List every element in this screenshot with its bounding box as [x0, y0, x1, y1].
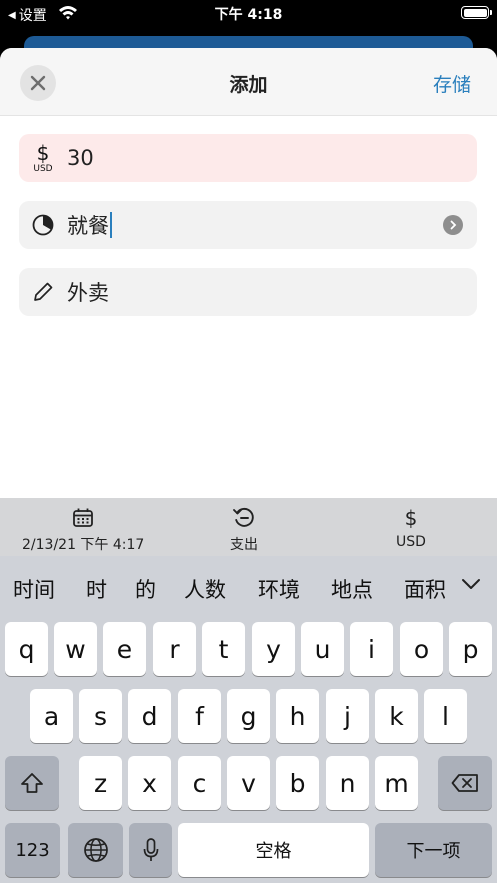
keyboard: 时间 时 的 人数 环境 地点 面积 q w e r t y u i o p a…	[0, 556, 497, 883]
battery-icon	[461, 6, 492, 19]
candidate-bar: 时间 时 的 人数 环境 地点 面积	[0, 556, 497, 612]
currency-selector[interactable]: $ USD	[19, 143, 67, 174]
shift-key[interactable]	[5, 756, 59, 810]
currency-code: USD	[33, 163, 53, 174]
chevron-right-icon	[450, 220, 457, 230]
input-accessory-bar: 2/13/21 下午 4:17 支出 $ USD	[0, 498, 497, 556]
page-title: 添加	[229, 74, 268, 96]
key-e[interactable]: e	[103, 622, 146, 676]
key-a[interactable]: a	[30, 689, 73, 743]
candidate-item[interactable]: 时	[86, 574, 107, 604]
numbers-key[interactable]: 123	[5, 823, 60, 877]
key-g[interactable]: g	[227, 689, 270, 743]
key-b[interactable]: b	[276, 756, 319, 810]
dictation-key[interactable]	[129, 823, 172, 877]
note-value: 外卖	[67, 281, 109, 305]
space-key[interactable]: 空格	[178, 823, 369, 877]
key-r[interactable]: r	[153, 622, 196, 676]
expand-candidates-button[interactable]	[445, 556, 497, 612]
date-picker-button[interactable]: 2/13/21 下午 4:17	[22, 507, 144, 554]
key-u[interactable]: u	[301, 622, 344, 676]
candidate-item[interactable]: 面积	[404, 574, 446, 604]
key-c[interactable]: c	[178, 756, 221, 810]
candidate-item[interactable]: 环境	[258, 574, 300, 604]
text-cursor	[110, 212, 112, 238]
key-d[interactable]: d	[128, 689, 171, 743]
category-value: 就餐	[67, 214, 109, 238]
save-button[interactable]: 存储	[433, 70, 471, 97]
add-transaction-sheet: 添加 存储 $ USD 30 就餐 外卖	[0, 48, 497, 498]
key-n[interactable]: n	[326, 756, 369, 810]
key-m[interactable]: m	[375, 756, 418, 810]
pencil-icon	[34, 282, 53, 301]
key-o[interactable]: o	[400, 622, 443, 676]
microphone-icon	[143, 838, 158, 861]
key-j[interactable]: j	[326, 689, 369, 743]
nav-bar: 添加 存储	[0, 48, 497, 116]
key-i[interactable]: i	[350, 622, 393, 676]
delete-key[interactable]	[438, 756, 492, 810]
key-k[interactable]: k	[375, 689, 418, 743]
currency-label: USD	[396, 534, 426, 550]
candidate-item[interactable]: 地点	[331, 574, 373, 604]
category-field[interactable]: 就餐	[19, 201, 477, 249]
key-w[interactable]: w	[54, 622, 97, 676]
key-q[interactable]: q	[5, 622, 48, 676]
key-s[interactable]: s	[79, 689, 122, 743]
pie-chart-icon	[32, 214, 54, 236]
type-label: 支出	[230, 537, 258, 553]
status-time: 下午 4:18	[214, 7, 283, 23]
globe-key[interactable]	[68, 823, 123, 877]
candidate-item[interactable]: 人数	[184, 574, 226, 604]
currency-button[interactable]: $ USD	[396, 507, 426, 550]
calendar-icon	[73, 508, 94, 527]
key-p[interactable]: p	[449, 622, 492, 676]
chevron-down-icon	[462, 579, 480, 589]
key-f[interactable]: f	[178, 689, 221, 743]
shift-icon	[21, 773, 43, 793]
key-v[interactable]: v	[227, 756, 270, 810]
amount-value: 30	[67, 146, 94, 170]
dollar-icon: $	[404, 506, 418, 530]
key-y[interactable]: y	[252, 622, 295, 676]
note-field[interactable]: 外卖	[19, 268, 477, 316]
key-z[interactable]: z	[79, 756, 122, 810]
clock-arrow-icon	[233, 507, 254, 527]
next-key[interactable]: 下一项	[375, 823, 492, 877]
key-l[interactable]: l	[424, 689, 467, 743]
currency-symbol: $	[36, 140, 50, 165]
transaction-type-button[interactable]: 支出	[230, 507, 258, 554]
category-disclosure-button[interactable]	[443, 215, 463, 235]
key-t[interactable]: t	[202, 622, 245, 676]
status-bar: ◀ 设置 下午 4:18	[0, 0, 497, 26]
candidate-item[interactable]: 时间	[13, 574, 55, 604]
amount-field[interactable]: $ USD 30	[19, 134, 477, 182]
date-label: 2/13/21 下午 4:17	[22, 537, 145, 553]
key-x[interactable]: x	[128, 756, 171, 810]
candidate-item[interactable]: 的	[135, 574, 156, 604]
key-h[interactable]: h	[276, 689, 319, 743]
backspace-icon	[451, 774, 478, 792]
globe-icon	[83, 838, 108, 862]
